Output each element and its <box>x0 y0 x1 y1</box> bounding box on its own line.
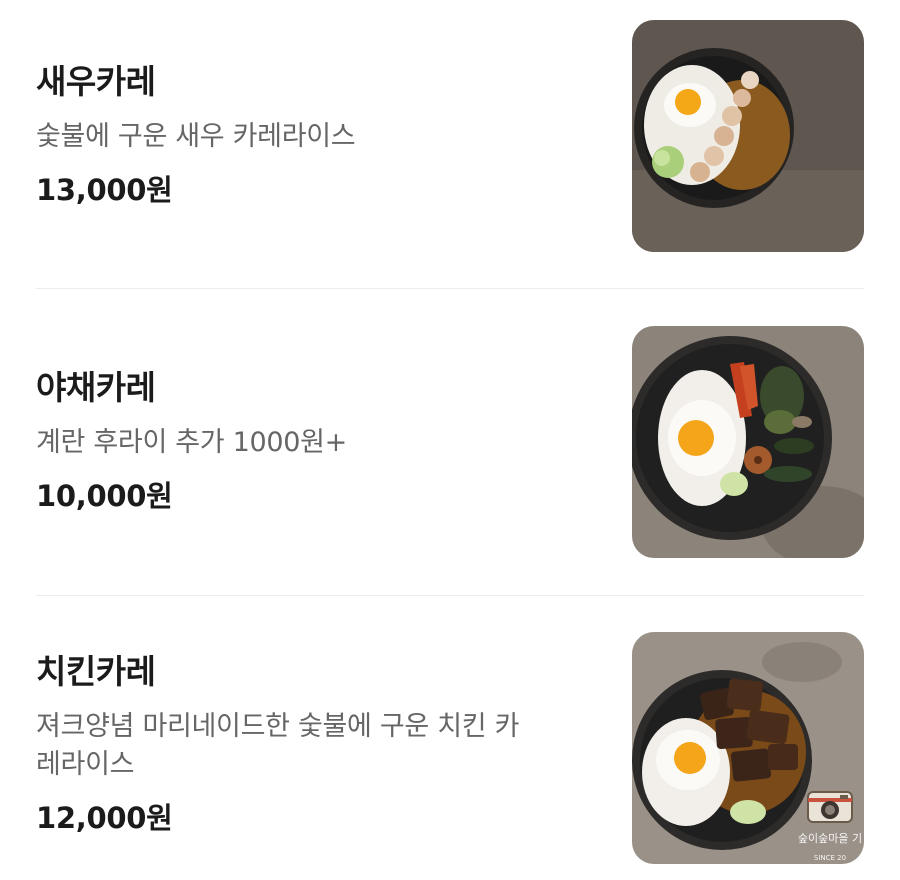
menu-item-description-line-1: 져크양념 마리네이드한 숯불에 구운 치킨 카 <box>36 711 520 742</box>
watermark: 숲이숲마을 기 SINCE 20 <box>780 790 880 866</box>
menu-item-price: 12,000원 <box>36 801 173 835</box>
menu-item-price: 13,000원 <box>36 173 173 207</box>
menu-item-text: 새우카레 숯불에 구운 새우 카레라이스 13,000원 <box>36 62 606 208</box>
menu-item-vegetable-curry[interactable]: 야채카레 계란 후라이 추가 1000원+ 10,000원 <box>36 326 864 558</box>
menu-item-photo[interactable] <box>632 326 864 558</box>
menu-item-chicken-curry[interactable]: 치킨카레 져크양념 마리네이드한 숯불에 구운 치킨 카 레라이스 12,000… <box>36 632 864 864</box>
divider <box>36 595 864 596</box>
menu-list: 새우카레 숯불에 구운 새우 카레라이스 13,000원 야채카레 계란 후라이… <box>0 0 900 880</box>
menu-item-photo[interactable] <box>632 20 864 252</box>
shrimp-curry-photo <box>632 20 864 252</box>
menu-item-text: 치킨카레 져크양념 마리네이드한 숯불에 구운 치킨 카 레라이스 12,000… <box>36 652 606 836</box>
vegetable-curry-photo <box>632 326 864 558</box>
camera-icon: 숲이숲마을 기 SINCE 20 <box>798 791 862 862</box>
menu-item-name: 새우카레 <box>36 62 156 101</box>
divider <box>36 288 864 289</box>
menu-item-shrimp-curry[interactable]: 새우카레 숯불에 구운 새우 카레라이스 13,000원 <box>36 20 864 252</box>
menu-item-text: 야채카레 계란 후라이 추가 1000원+ 10,000원 <box>36 368 606 514</box>
watermark-text: 숲이숲마을 기 <box>798 832 862 845</box>
menu-item-name: 야채카레 <box>36 368 156 407</box>
watermark-since: SINCE 20 <box>814 854 846 862</box>
menu-item-description: 져크양념 마리네이드한 숯불에 구운 치킨 카 레라이스 <box>36 708 606 784</box>
menu-item-price: 10,000원 <box>36 479 173 513</box>
menu-item-name: 치킨카레 <box>36 652 156 691</box>
menu-item-description: 계란 후라이 추가 1000원+ <box>36 427 348 458</box>
menu-item-description-line-2: 레라이스 <box>36 749 135 780</box>
menu-item-description: 숯불에 구운 새우 카레라이스 <box>36 121 356 152</box>
